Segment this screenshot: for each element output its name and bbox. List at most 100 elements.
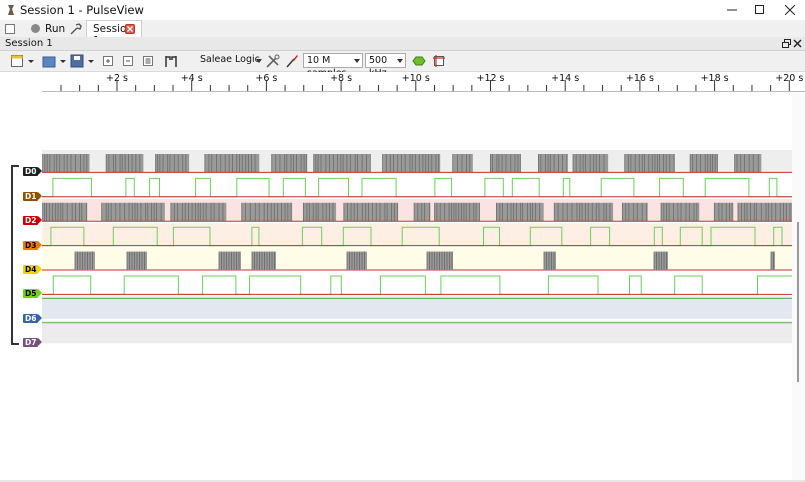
channel-label-d0[interactable]: D0 bbox=[23, 167, 42, 177]
decoder-button[interactable] bbox=[412, 53, 426, 69]
signal-burst bbox=[660, 202, 700, 222]
new-view-button[interactable] bbox=[4, 21, 16, 36]
channel-headers: D0 D1 D2 D3 D4 D5 D6 D7 bbox=[0, 92, 42, 480]
signal-burst bbox=[495, 202, 544, 222]
channel-row-d7 bbox=[42, 320, 792, 344]
ruler-label: +12 s bbox=[476, 73, 505, 84]
ruler-label: +20 s bbox=[775, 73, 804, 84]
zoom-fit-icon bbox=[103, 56, 113, 66]
math-icon bbox=[433, 55, 445, 67]
float-icon[interactable] bbox=[782, 39, 791, 48]
cursor-button[interactable] bbox=[164, 53, 178, 69]
device-dropdown-icon[interactable] bbox=[256, 59, 263, 64]
wrench-icon bbox=[70, 22, 82, 34]
time-ruler[interactable]: +2 s +4 s +6 s +8 s +10 s +12 s +14 s +16 s +18 … bbox=[42, 72, 805, 92]
signal-burst bbox=[204, 154, 260, 173]
window-title: Session 1 - PulseView bbox=[20, 3, 144, 17]
signal-burst bbox=[689, 154, 718, 173]
signal-burst bbox=[770, 251, 775, 270]
channel-row-d1 bbox=[42, 174, 792, 197]
signal-burst bbox=[489, 154, 521, 173]
dock-title: Session 1 bbox=[5, 38, 53, 49]
zoom-reset-button[interactable] bbox=[142, 53, 154, 69]
zoom-reset-icon bbox=[143, 56, 153, 66]
signal-burst bbox=[653, 251, 668, 270]
signal-burst bbox=[452, 154, 473, 173]
title-bar: Session 1 - PulseView bbox=[0, 0, 805, 20]
signal-burst bbox=[426, 251, 453, 270]
sample-count-select[interactable]: 10 M samples bbox=[303, 53, 363, 79]
zoom-out-button[interactable] bbox=[122, 53, 134, 69]
signal-burst bbox=[241, 202, 293, 222]
channel-label-d5[interactable]: D5 bbox=[23, 289, 42, 299]
minimize-button[interactable] bbox=[717, 0, 747, 20]
ruler-label: +10 s bbox=[401, 73, 430, 84]
channel-label-d3[interactable]: D3 bbox=[23, 240, 42, 250]
vertical-scrollbar[interactable] bbox=[792, 92, 805, 480]
signal-burst bbox=[170, 202, 227, 222]
channel-row-d6 bbox=[42, 296, 792, 319]
signal-burst bbox=[737, 202, 792, 222]
channel-label-d7[interactable]: D7 bbox=[23, 338, 42, 348]
channel-row-d4 bbox=[42, 247, 792, 270]
channel-label-d1[interactable]: D1 bbox=[23, 191, 42, 201]
channel-label-d4[interactable]: D4 bbox=[23, 265, 42, 274]
run-label: Run bbox=[45, 22, 66, 35]
signal-burst bbox=[572, 154, 609, 173]
signal-burst bbox=[313, 154, 371, 173]
run-button[interactable]: Run bbox=[30, 21, 65, 36]
signal-burst bbox=[302, 202, 337, 222]
save-button[interactable] bbox=[70, 53, 94, 69]
new-view-icon bbox=[5, 23, 15, 34]
minimize-icon bbox=[727, 9, 737, 11]
new-session-button[interactable] bbox=[10, 53, 34, 69]
maximize-icon bbox=[755, 5, 764, 14]
ruler-label: +6 s bbox=[255, 73, 278, 84]
device-config-button[interactable] bbox=[266, 53, 280, 69]
signal-burst bbox=[251, 251, 276, 270]
signal-burst bbox=[218, 251, 241, 270]
open-button[interactable] bbox=[42, 53, 66, 69]
signal-burst bbox=[101, 202, 165, 222]
cursor-icon bbox=[165, 56, 177, 67]
ruler-label: +2 s bbox=[106, 73, 128, 84]
channel-label-d2[interactable]: D2 bbox=[23, 216, 42, 226]
trace-view[interactable] bbox=[42, 92, 792, 480]
open-folder-icon bbox=[42, 56, 66, 68]
channel-row-d5 bbox=[42, 272, 792, 295]
signal-burst bbox=[74, 251, 95, 270]
signal-burst bbox=[537, 154, 568, 173]
channel-label-d6[interactable]: D6 bbox=[23, 313, 42, 323]
config-icon bbox=[266, 54, 280, 68]
signal-burst bbox=[155, 154, 190, 173]
signal-burst bbox=[434, 202, 480, 222]
ruler-label: +18 s bbox=[700, 73, 729, 84]
decoder-icon bbox=[412, 56, 426, 66]
channel-group-bracket[interactable] bbox=[11, 165, 19, 345]
tab-session-1[interactable]: Session 1 bbox=[86, 20, 142, 47]
probe-icon bbox=[286, 55, 298, 68]
scrollbar-thumb[interactable] bbox=[797, 222, 799, 382]
device-selector[interactable]: Saleae Logic bbox=[200, 54, 260, 65]
signal-burst bbox=[413, 202, 431, 222]
dock-close-icon[interactable] bbox=[793, 39, 802, 48]
probe-config-button[interactable] bbox=[285, 53, 299, 69]
math-channel-button[interactable] bbox=[432, 53, 446, 69]
run-icon bbox=[31, 24, 40, 33]
signal-burst bbox=[42, 202, 88, 222]
tab-close-icon[interactable] bbox=[125, 24, 135, 34]
signal-burst bbox=[346, 251, 367, 270]
tab-bar: Run Session 1 bbox=[0, 20, 805, 47]
ruler-label: +4 s bbox=[180, 73, 203, 84]
maximize-button[interactable] bbox=[745, 0, 775, 20]
zoom-one-icon bbox=[123, 56, 133, 66]
signal-traces bbox=[42, 150, 792, 344]
settings-button[interactable] bbox=[70, 21, 82, 36]
close-icon bbox=[785, 5, 795, 15]
close-button[interactable] bbox=[775, 0, 805, 20]
ruler-label: +14 s bbox=[551, 73, 580, 84]
samplerate-select[interactable]: 500 kHz bbox=[365, 53, 406, 79]
signal-burst bbox=[624, 154, 675, 173]
new-file-icon bbox=[11, 55, 34, 67]
zoom-in-button[interactable] bbox=[102, 53, 114, 69]
